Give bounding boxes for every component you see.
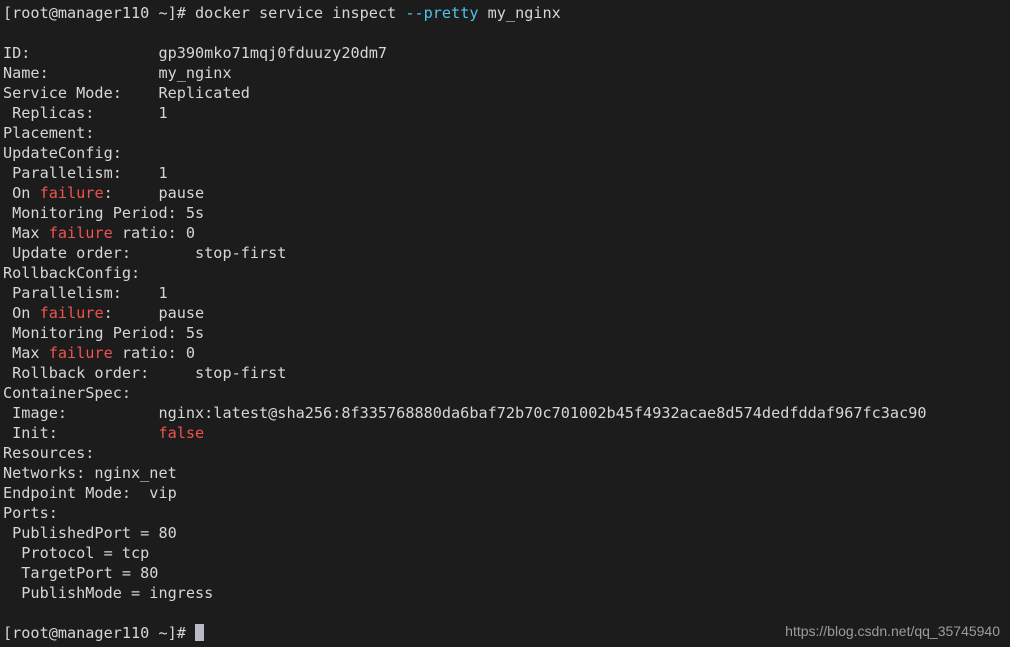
output-segment-text: Monitoring Period: 5s (3, 204, 205, 222)
command-text: docker service inspect (195, 4, 406, 22)
output-segment-text: Monitoring Period: 5s (3, 324, 205, 342)
output-segment-text: PublishedPort = 80 (3, 524, 177, 542)
output-segment-label: On (3, 304, 40, 322)
output-segment-label: Max (3, 344, 49, 362)
output-segment-label: On (3, 184, 40, 202)
output-segment-label: Init: (3, 424, 159, 442)
output-line: Name: my_nginx (3, 63, 1010, 83)
output-segment-text: Name: my_nginx (3, 64, 232, 82)
output-line: Rollback order: stop-first (3, 363, 1010, 383)
output-segment-text: Resources: (3, 444, 95, 462)
watermark-label: https://blog.csdn.net/qq_35745940 (785, 623, 1000, 639)
output-line: Networks: nginx_net (3, 463, 1010, 483)
output-line: Init: false (3, 423, 1010, 443)
terminal-window[interactable]: [root@manager110 ~]# docker service insp… (0, 0, 1010, 647)
output-segment-text: Networks: nginx_net (3, 464, 177, 482)
output-line: PublishedPort = 80 (3, 523, 1010, 543)
output-segment-text: Image: nginx:latest@sha256:8f335768880da… (3, 404, 927, 422)
output-segment-text: Endpoint Mode: vip (3, 484, 177, 502)
output-segment-text: Service Mode: Replicated (3, 84, 250, 102)
output-segment-text: Rollback order: stop-first (3, 364, 287, 382)
output-segment-value: ratio: 0 (112, 224, 196, 242)
output-segment-text: Protocol = tcp (3, 544, 150, 562)
output-line: Monitoring Period: 5s (3, 323, 1010, 343)
output-segment-highlight: failure (39, 304, 104, 322)
output-segment-value: : pause (103, 184, 205, 202)
output-segment-highlight: failure (48, 224, 113, 242)
output-line: Image: nginx:latest@sha256:8f335768880da… (3, 403, 1010, 423)
output-segment-text: Placement: (3, 124, 95, 142)
output-segment-text: RollbackConfig: (3, 264, 141, 282)
output-segment-highlight: failure (39, 184, 104, 202)
output-segment-value: : pause (103, 304, 205, 322)
output-line: RollbackConfig: (3, 263, 1010, 283)
output-line: On failure: pause (3, 183, 1010, 203)
output-segment-text: Update order: stop-first (3, 244, 287, 262)
output-segment-text: UpdateConfig: (3, 144, 122, 162)
output-line: Service Mode: Replicated (3, 83, 1010, 103)
command-output: ID: gp390mko71mqj0fduuzy20dm7 Name: my_ng… (3, 43, 1010, 603)
text-cursor (195, 624, 205, 641)
output-line: Replicas: 1 (3, 103, 1010, 123)
output-segment-highlight: false (158, 424, 205, 442)
blank-line-bottom (3, 603, 1010, 623)
command-argument: my_nginx (478, 4, 561, 22)
output-segment-text: Ports: (3, 504, 58, 522)
output-line: Endpoint Mode: vip (3, 483, 1010, 503)
command-line: [root@manager110 ~]# docker service insp… (3, 3, 1010, 23)
output-line: Protocol = tcp (3, 543, 1010, 563)
output-line: Parallelism: 1 (3, 163, 1010, 183)
output-line: Max failure ratio: 0 (3, 223, 1010, 243)
output-segment-label: Max (3, 224, 49, 242)
output-line: PublishMode = ingress (3, 583, 1010, 603)
command-flag: --pretty (405, 4, 479, 22)
output-segment-text: Parallelism: 1 (3, 164, 168, 182)
output-segment-text: ContainerSpec: (3, 384, 132, 402)
output-segment-text: ID: gp390mko71mqj0fduuzy20dm7 (3, 44, 388, 62)
output-line: Ports: (3, 503, 1010, 523)
shell-prompt-final: [root@manager110 ~]# (3, 624, 196, 642)
output-segment-text: Parallelism: 1 (3, 284, 168, 302)
output-line: Resources: (3, 443, 1010, 463)
output-line: On failure: pause (3, 303, 1010, 323)
output-line: ContainerSpec: (3, 383, 1010, 403)
output-line: UpdateConfig: (3, 143, 1010, 163)
shell-prompt: [root@manager110 ~]# (3, 4, 196, 22)
output-line: Monitoring Period: 5s (3, 203, 1010, 223)
output-line: TargetPort = 80 (3, 563, 1010, 583)
output-segment-text: PublishMode = ingress (3, 584, 214, 602)
output-line: Max failure ratio: 0 (3, 343, 1010, 363)
output-line: Parallelism: 1 (3, 283, 1010, 303)
output-line: Placement: (3, 123, 1010, 143)
output-line: Update order: stop-first (3, 243, 1010, 263)
output-segment-highlight: failure (48, 344, 113, 362)
output-line: ID: gp390mko71mqj0fduuzy20dm7 (3, 43, 1010, 63)
output-segment-text: Replicas: 1 (3, 104, 168, 122)
output-segment-value: ratio: 0 (112, 344, 196, 362)
output-segment-text: TargetPort = 80 (3, 564, 159, 582)
